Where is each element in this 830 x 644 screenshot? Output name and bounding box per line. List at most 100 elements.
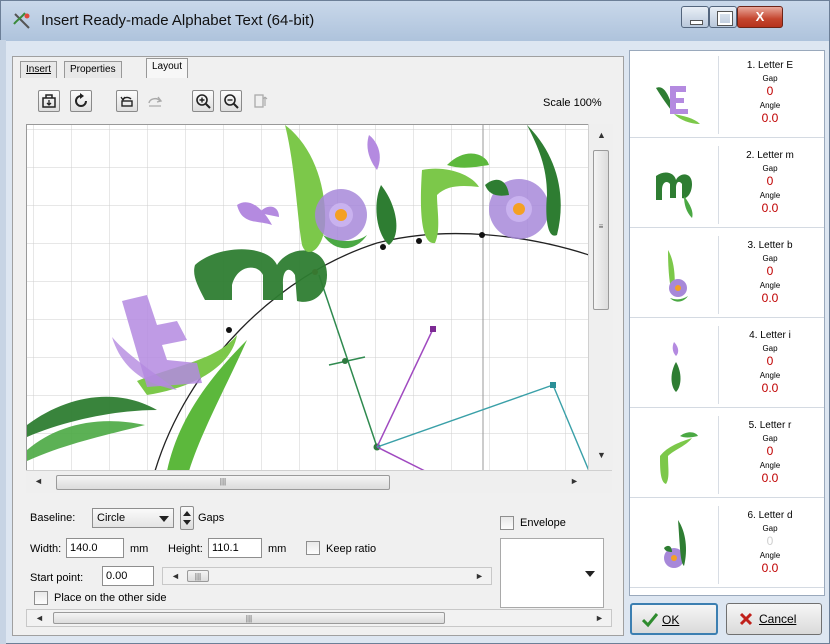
page-icon <box>254 94 268 108</box>
scroll-up-arrow-icon[interactable]: ▲ <box>597 130 606 140</box>
gaps-spinner[interactable] <box>180 506 194 530</box>
maximize-button[interactable] <box>709 6 737 28</box>
canvas-drawing <box>27 125 589 471</box>
close-button[interactable]: X <box>737 6 783 28</box>
tab-layout-label: Layout <box>152 61 183 72</box>
zoom-out-button[interactable] <box>220 90 242 112</box>
baseline-node[interactable] <box>479 232 485 238</box>
grip-icon: ||| <box>219 477 227 486</box>
gap-value[interactable]: 0 <box>722 444 818 458</box>
angle-value[interactable]: 0.0 <box>722 111 818 125</box>
letter-name: 5. Letter r <box>748 420 792 431</box>
letter-i-thumb-icon <box>671 342 681 392</box>
radius-mid-node[interactable] <box>342 358 348 364</box>
letter-name: 4. Letter i <box>749 330 791 341</box>
width-unit: mm <box>130 543 149 555</box>
angle-value[interactable]: 0.0 <box>722 291 818 305</box>
letter-item[interactable]: 4. Letter i Gap 0 Angle 0.0 <box>630 322 824 408</box>
canvas-vertical-scrollbar[interactable]: ▲ ≡ ▼ <box>588 124 613 470</box>
letter-item[interactable]: 2. Letter m Gap 0 Angle 0.0 <box>630 142 824 228</box>
baseline-node[interactable] <box>380 244 386 250</box>
controls-horizontal-scrollbar[interactable]: ◄ ||| ► <box>26 609 612 627</box>
baseline-node[interactable] <box>226 327 232 333</box>
other-side-checkbox[interactable] <box>34 591 48 605</box>
width-label: Width: <box>30 543 62 555</box>
window-edge <box>0 40 6 644</box>
scroll-left-arrow-icon[interactable]: ◄ <box>35 613 44 623</box>
envelope-checkbox[interactable] <box>500 516 514 530</box>
tab-properties-label: Properties <box>70 64 116 75</box>
gap-label: Gap <box>762 254 778 263</box>
angle-label: Angle <box>759 551 781 560</box>
angle-value[interactable]: 0.0 <box>722 381 818 395</box>
scroll-right-arrow-icon[interactable]: ► <box>570 476 579 486</box>
cancel-button[interactable]: Cancel <box>726 603 822 635</box>
letter-item[interactable]: 1. Letter E Gap 0 Angle 0.0 <box>630 52 824 138</box>
checkmark-icon <box>642 613 658 628</box>
envelope-dropdown[interactable] <box>500 538 604 608</box>
letter-item[interactable]: 5. Letter r Gap 0 Angle 0.0 <box>630 412 824 498</box>
grip-icon: ||| <box>194 572 202 581</box>
letter-d-thumb-icon <box>664 520 686 568</box>
layout-canvas[interactable] <box>26 124 589 471</box>
tab-layout[interactable]: Layout <box>146 58 189 78</box>
title-bar[interactable]: Insert Ready-made Alphabet Text (64-bit)… <box>1 1 829 41</box>
vertical-scroll-thumb[interactable]: ≡ <box>593 150 609 310</box>
minimize-button[interactable] <box>681 6 709 28</box>
keep-ratio-checkbox[interactable] <box>306 541 320 555</box>
height-unit: mm <box>268 543 287 555</box>
start-point-input[interactable]: 0.00 <box>102 566 154 586</box>
letter-thumbnail <box>634 416 719 494</box>
zoom-in-icon <box>196 94 211 109</box>
baseline-select[interactable]: Circle <box>92 508 174 528</box>
page-button[interactable] <box>252 92 270 110</box>
start-point-label: Start point: <box>30 572 84 584</box>
height-input[interactable]: 110.1 <box>208 538 262 558</box>
letter-item[interactable]: 6. Letter d Gap 0 Angle 0.0 <box>630 502 824 588</box>
angle-value[interactable]: 0.0 <box>722 471 818 485</box>
gap-value[interactable]: 0 <box>722 84 818 98</box>
angle-label: Angle <box>759 371 781 380</box>
open-button[interactable] <box>38 90 60 112</box>
gap-value[interactable]: 0 <box>722 534 818 548</box>
angle-value[interactable]: 0.0 <box>722 201 818 215</box>
gap-value[interactable]: 0 <box>722 264 818 278</box>
rotate-button[interactable] <box>116 90 138 112</box>
slider-right-arrow-icon[interactable]: ► <box>475 571 484 581</box>
gaps-label: Gaps <box>198 512 225 524</box>
keep-ratio-label: Keep ratio <box>326 543 377 555</box>
slider-left-arrow-icon[interactable]: ◄ <box>171 571 180 581</box>
envelope-node[interactable] <box>550 382 556 388</box>
scroll-right-arrow-icon[interactable]: ► <box>595 613 604 623</box>
tab-insert-label: Insert <box>26 64 52 75</box>
letter-item[interactable]: 3. Letter b Gap 0 Angle 0.0 <box>630 232 824 318</box>
baseline-select-value: Circle <box>97 512 126 524</box>
zoom-in-button[interactable] <box>192 90 214 112</box>
scroll-left-arrow-icon[interactable]: ◄ <box>34 476 43 486</box>
letter-b-thumb-icon <box>668 250 688 302</box>
baseline-node[interactable] <box>416 238 422 244</box>
controls-scroll-thumb[interactable]: ||| <box>53 612 445 624</box>
letter-thumbnail <box>634 56 719 134</box>
tab-properties[interactable]: Properties <box>64 61 122 78</box>
rotate-icon <box>120 96 133 107</box>
chevron-down-icon <box>585 571 595 577</box>
refresh-button[interactable] <box>70 90 92 112</box>
ok-button[interactable]: OK <box>630 603 718 635</box>
redo-button[interactable] <box>146 92 164 110</box>
angle-node[interactable] <box>430 326 436 332</box>
start-point-slider[interactable]: ◄ ||| ► <box>162 567 492 585</box>
width-input[interactable]: 140.0 <box>66 538 124 558</box>
horizontal-scroll-thumb[interactable]: ||| <box>56 475 390 490</box>
angle-value[interactable]: 0.0 <box>722 561 818 575</box>
gap-value[interactable]: 0 <box>722 174 818 188</box>
canvas-horizontal-scrollbar[interactable]: ◄ ||| ► <box>26 470 612 493</box>
start-point-slider-thumb[interactable]: ||| <box>187 570 209 582</box>
gap-value[interactable]: 0 <box>722 354 818 368</box>
ok-button-label: OK <box>662 613 680 627</box>
spinner-arrows-icon <box>183 511 191 525</box>
envelope-label: Envelope <box>520 517 566 529</box>
tab-insert[interactable]: Insert <box>20 61 58 78</box>
scroll-down-arrow-icon[interactable]: ▼ <box>597 450 606 460</box>
other-side-label: Place on the other side <box>54 592 167 604</box>
